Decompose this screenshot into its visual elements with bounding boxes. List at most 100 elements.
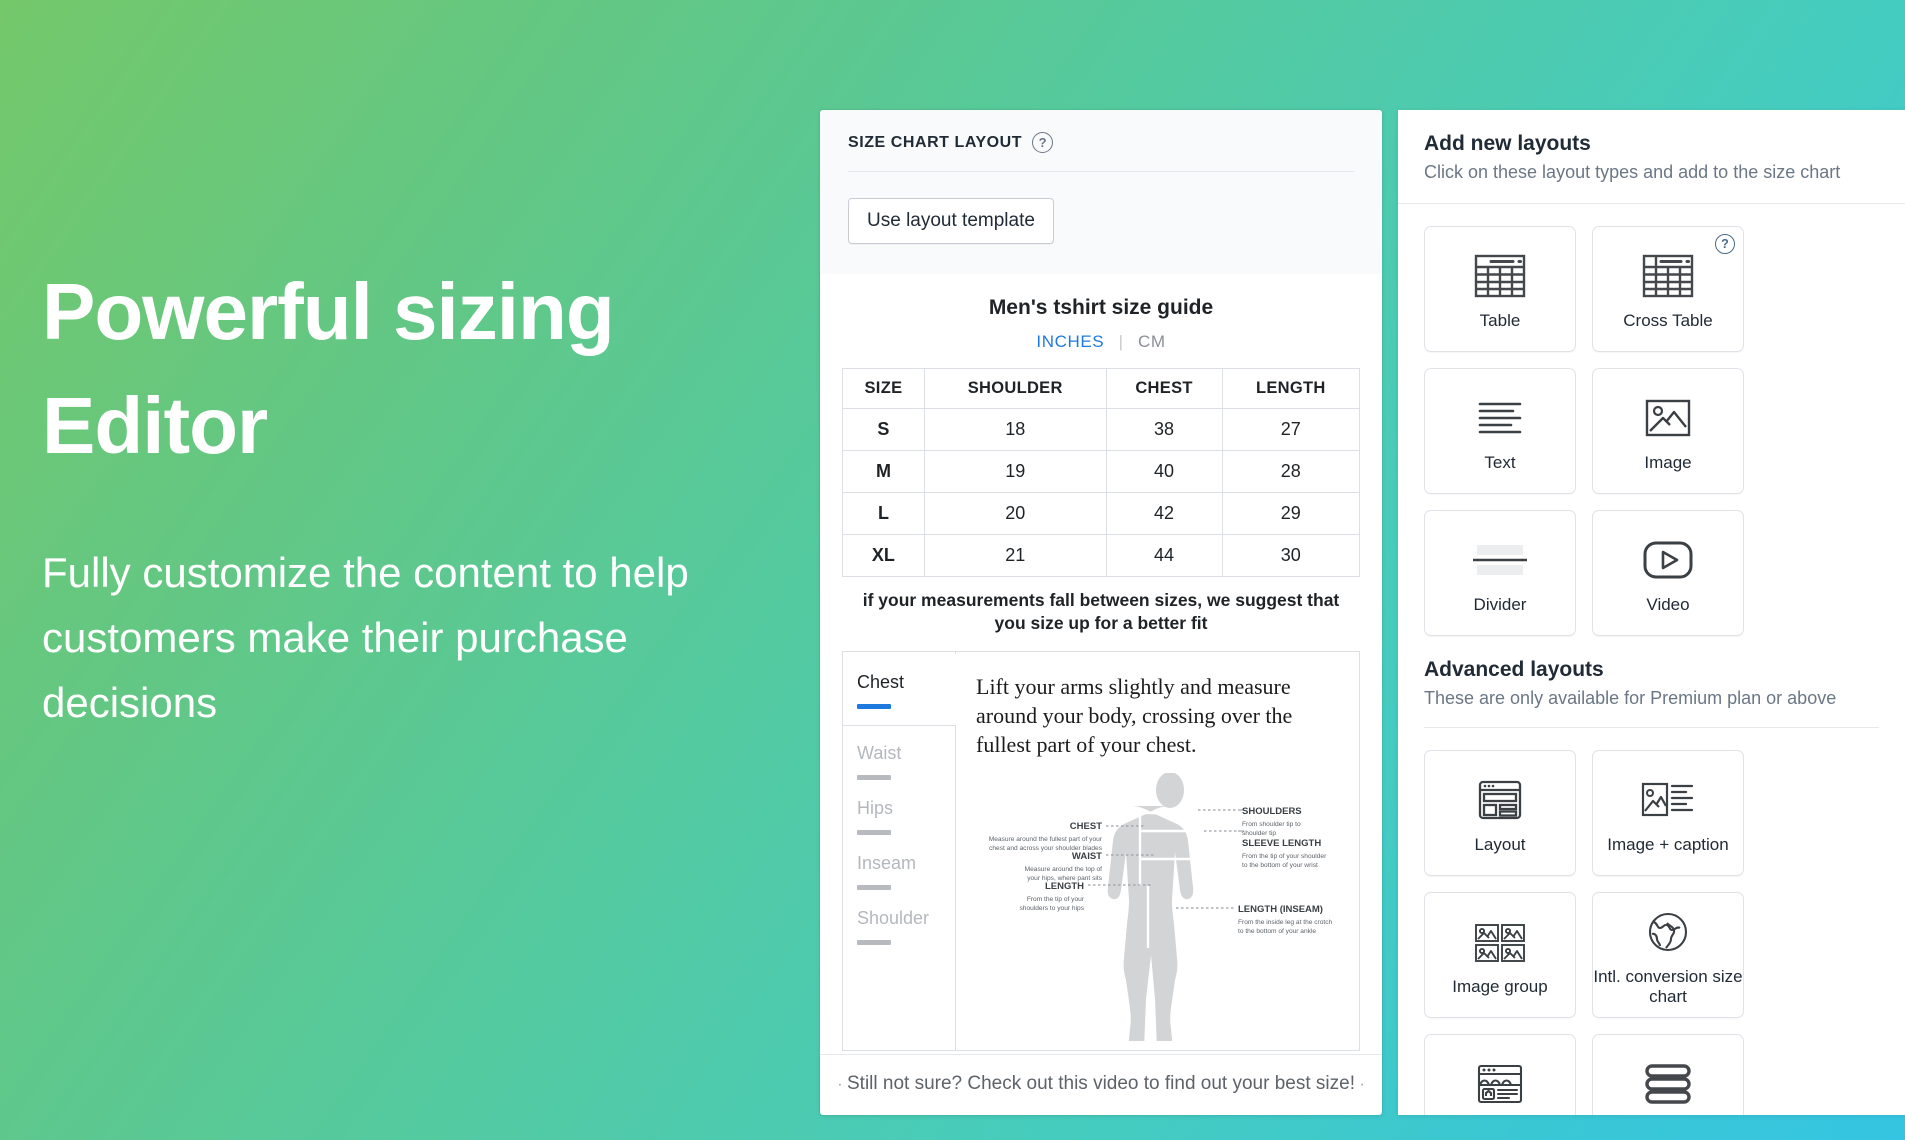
tab-shoulder[interactable]: Shoulder	[843, 890, 955, 945]
col-chest: CHEST	[1105, 368, 1223, 409]
layout-card-label: Table	[1479, 310, 1521, 330]
col-size: SIZE	[842, 368, 925, 409]
tab-label: Shoulder	[857, 907, 930, 928]
tab-waist[interactable]: Waist	[843, 725, 955, 780]
layout-card-divider[interactable]: Divider	[1424, 510, 1576, 636]
size-chart-table[interactable]: SIZE SHOULDER CHEST LENGTH S 18 38 27 M …	[842, 368, 1361, 577]
unit-inches[interactable]: INCHES	[1036, 332, 1104, 351]
svg-text:Measure around the top of: Measure around the top of	[1025, 866, 1103, 873]
tab-label: Hips	[857, 797, 894, 818]
layouts-panel: Add new layouts Click on these layout ty…	[1398, 110, 1905, 1115]
svg-text:to the bottom of your ankle: to the bottom of your ankle	[1238, 928, 1316, 935]
cell-shoulder: 18	[923, 408, 1107, 451]
cell-size: L	[842, 492, 925, 535]
layout-card-intl-conversion[interactable]: Intl. conversion size chart	[1592, 892, 1744, 1018]
layout-card-table[interactable]: Table	[1424, 226, 1576, 352]
measurement-tabs-block: Chest Waist Hips Inseam Shoulder Lift yo…	[842, 650, 1360, 1051]
image-icon	[1643, 389, 1693, 447]
image-caption-icon	[1640, 771, 1696, 829]
size-chart-editor-panel: SIZE CHART LAYOUT ? Use layout template …	[820, 110, 1382, 1115]
cell-length: 28	[1221, 450, 1361, 493]
cell-shoulder: 21	[923, 534, 1107, 577]
svg-text:From the tip of your: From the tip of your	[1027, 896, 1085, 903]
cell-size: XL	[842, 534, 925, 577]
image-group-icon	[1472, 913, 1528, 971]
text-lines-icon	[1475, 389, 1525, 447]
col-shoulder: SHOULDER	[923, 368, 1107, 409]
layout-icon	[1475, 771, 1525, 829]
svg-text:to the bottom of your wrist: to the bottom of your wrist	[1242, 862, 1318, 869]
question-mark-icon[interactable]: ?	[1032, 132, 1054, 153]
col-length: LENGTH	[1221, 368, 1361, 409]
layout-card-label: Image group	[1452, 976, 1548, 996]
marketing-subhead: Fully customize the content to help cust…	[42, 549, 689, 727]
video-play-icon	[1641, 531, 1695, 589]
tab-chest[interactable]: Chest	[843, 653, 956, 725]
question-mark-icon[interactable]: ?	[1715, 234, 1735, 254]
layout-card-layout[interactable]: Layout	[1424, 750, 1576, 876]
cross-table-icon	[1641, 247, 1695, 305]
cell-size: M	[842, 450, 925, 493]
svg-text:CHEST: CHEST	[1070, 821, 1102, 832]
footer-dot-right: ·	[1359, 1076, 1365, 1093]
svg-text:SLEEVE LENGTH: SLEEVE LENGTH	[1242, 838, 1321, 849]
svg-text:From the tip of your shoulder: From the tip of your shoulder	[1242, 853, 1327, 860]
globe-icon	[1645, 903, 1691, 961]
layout-card-image-group[interactable]: Image group	[1424, 892, 1576, 1018]
accordion-icon	[1642, 1055, 1694, 1113]
table-row: XL 21 44 30	[842, 534, 1361, 577]
layout-card-label: Image + caption	[1607, 834, 1729, 854]
editor-header: SIZE CHART LAYOUT ? Use layout template	[820, 110, 1382, 274]
cell-length: 27	[1221, 408, 1361, 451]
add-new-layouts-title: Add new layouts	[1424, 132, 1591, 155]
cell-size: S	[842, 408, 925, 451]
svg-text:LENGTH (INSEAM): LENGTH (INSEAM)	[1238, 904, 1323, 915]
tab-indicator	[857, 939, 891, 945]
cell-chest: 42	[1105, 492, 1223, 535]
tab-inseam[interactable]: Inseam	[843, 835, 955, 890]
table-header-row: SIZE SHOULDER CHEST LENGTH	[842, 368, 1361, 409]
layout-card-label: Text	[1484, 452, 1516, 472]
cell-shoulder: 19	[923, 450, 1107, 493]
tabs-icon	[1475, 1055, 1525, 1113]
add-new-layouts-header: Add new layouts Click on these layout ty…	[1398, 110, 1905, 204]
tab-hips[interactable]: Hips	[843, 780, 955, 835]
layout-card-image[interactable]: Image	[1592, 368, 1744, 494]
svg-text:From shoulder tip to: From shoulder tip to	[1242, 821, 1301, 828]
section-label: SIZE CHART LAYOUT	[848, 133, 1023, 151]
cell-length: 30	[1221, 534, 1361, 577]
size-guide-title: Men's tshirt size guide	[988, 296, 1214, 319]
table-icon	[1473, 247, 1527, 305]
tab-label: Chest	[857, 671, 905, 692]
layout-card-video[interactable]: Video	[1592, 510, 1744, 636]
use-layout-template-button[interactable]: Use layout template	[848, 198, 1054, 244]
unit-toggle[interactable]: INCHES | CM	[842, 332, 1360, 352]
svg-text:WAIST: WAIST	[1072, 851, 1102, 862]
layout-card-text[interactable]: Text	[1424, 368, 1576, 494]
svg-text:LENGTH: LENGTH	[1045, 881, 1084, 892]
layout-card-accordion[interactable]: Accordion	[1592, 1034, 1744, 1115]
layout-card-label: Intl. conversion size chart	[1593, 966, 1743, 1006]
add-new-layouts-subtitle: Click on these layout types and add to t…	[1424, 162, 1841, 182]
layout-card-cross-table[interactable]: ? Cross Table	[1592, 226, 1744, 352]
cell-chest: 44	[1105, 534, 1223, 577]
advanced-layouts-grid: Layout Image + caption Image group Intl.…	[1398, 728, 1905, 1115]
unit-cm[interactable]: CM	[1138, 332, 1166, 351]
editor-title-row: SIZE CHART LAYOUT ?	[848, 132, 1354, 171]
marketing-copy: Powerful sizing Editor Fully customize t…	[42, 255, 802, 735]
unit-separator: |	[1118, 332, 1124, 351]
layout-card-tabs[interactable]: Tabs	[1424, 1034, 1576, 1115]
layout-card-image-caption[interactable]: Image + caption	[1592, 750, 1744, 876]
table-row: M 19 40 28	[842, 450, 1361, 493]
cell-length: 29	[1221, 492, 1361, 535]
layout-card-label: Layout	[1474, 834, 1526, 854]
editor-body: Men's tshirt size guide INCHES | CM SIZE…	[820, 274, 1382, 1054]
footer-text[interactable]: Still not sure? Check out this video to …	[847, 1073, 1355, 1094]
template-button-row: Use layout template	[848, 172, 1354, 274]
cell-shoulder: 20	[923, 492, 1107, 535]
layout-card-label: Image	[1644, 452, 1692, 472]
svg-text:shoulder tip: shoulder tip	[1242, 830, 1276, 837]
svg-text:From the inside leg at the cro: From the inside leg at the crotch	[1238, 919, 1333, 926]
advanced-layouts-header: Advanced layouts These are only availabl…	[1398, 636, 1905, 728]
svg-text:shoulders to your hips: shoulders to your hips	[1019, 905, 1084, 912]
